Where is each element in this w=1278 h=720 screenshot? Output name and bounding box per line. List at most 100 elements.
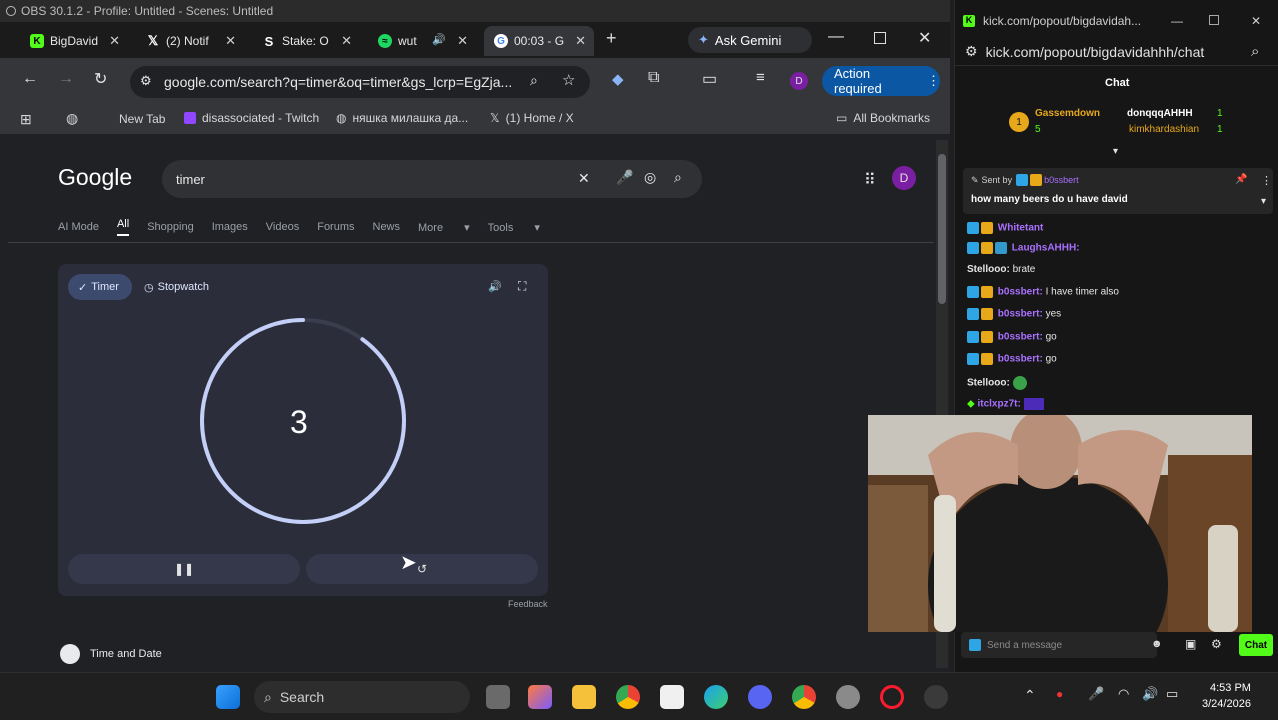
volume-icon[interactable]: 🔊 — [1142, 686, 1158, 702]
search-input[interactable]: timer — [176, 172, 205, 187]
chat-message[interactable]: b0ssbert: go — [967, 331, 1057, 343]
site-info-icon[interactable]: ⚙ — [140, 73, 152, 89]
chrome-icon[interactable] — [616, 685, 640, 709]
gear-icon[interactable]: ⚙ — [1211, 637, 1222, 651]
chat-user[interactable]: LaughsAHHH: — [1012, 243, 1080, 254]
chevron-down-icon[interactable]: ▾ — [1261, 196, 1266, 207]
obs-icon[interactable] — [924, 685, 948, 709]
reload-icon[interactable]: ↻ — [94, 69, 107, 89]
chat-user[interactable]: b0ssbert: — [998, 332, 1043, 343]
opera-icon[interactable] — [880, 685, 904, 709]
close-icon[interactable]: ✕ — [341, 33, 352, 49]
chat-input[interactable]: Send a message ☻ — [961, 632, 1163, 658]
tab-all[interactable]: All — [116, 218, 130, 236]
gift-icon[interactable]: ▣ — [1185, 637, 1196, 651]
kebab-menu-icon[interactable]: ⋮ — [1261, 174, 1272, 187]
address-bar[interactable]: ⚙ google.com/search?q=timer&oq=timer&gs_… — [130, 66, 590, 98]
store-icon[interactable] — [660, 685, 684, 709]
fullscreen-icon[interactable]: ⛶ — [518, 279, 526, 294]
battery-icon[interactable]: ▭ — [1166, 686, 1178, 702]
search-icon[interactable]: ⌕ — [674, 169, 682, 186]
globe-icon[interactable]: ◍ — [66, 110, 78, 127]
chat-message[interactable]: b0ssbert: yes — [967, 308, 1061, 320]
close-icon[interactable]: ✕ — [1251, 14, 1261, 28]
tab-videos[interactable]: Videos — [266, 221, 299, 233]
chat-user[interactable]: b0ssbert: — [998, 354, 1043, 365]
tab-images[interactable]: Images — [212, 221, 248, 233]
chat-message[interactable]: Whitetant — [967, 222, 1043, 234]
chat-user[interactable]: Stellooo: — [967, 264, 1010, 275]
window-close-icon[interactable]: ✕ — [918, 28, 931, 48]
chat-send-button[interactable]: Chat — [1239, 634, 1273, 656]
site-info-icon[interactable]: ⚙ — [965, 43, 978, 60]
reset-button[interactable]: ↺ — [306, 554, 538, 584]
google-avatar[interactable]: D — [892, 166, 916, 190]
bookmark-nyashka[interactable]: ◍ няшка милашка да... — [336, 111, 468, 125]
forward-icon[interactable]: → — [58, 70, 74, 88]
tray-app-icon[interactable]: ● — [1056, 687, 1063, 701]
tab-spotify[interactable]: ≈ wut 🔊 ✕ — [368, 26, 476, 56]
minimize-icon[interactable]: — — [1171, 14, 1183, 28]
google-logo[interactable]: Google — [58, 164, 132, 191]
search-box[interactable]: timer ✕ 🎤 ◎ ⌕ — [162, 160, 702, 198]
stopwatch-tab[interactable]: ◷ Stopwatch — [144, 274, 209, 300]
bookmark-x-home[interactable]: 𝕏 (1) Home / X — [490, 111, 574, 125]
puzzle-icon[interactable]: ◆ — [612, 70, 624, 88]
chat-message[interactable]: b0ssbert: I have timer also — [967, 286, 1119, 298]
close-icon[interactable]: ✕ — [457, 33, 468, 49]
chat-user[interactable]: Whitetant — [998, 223, 1044, 234]
back-icon[interactable]: ← — [22, 70, 38, 88]
close-icon[interactable]: ✕ — [575, 33, 586, 49]
settings-icon[interactable] — [836, 685, 860, 709]
tab-google-timer[interactable]: G 00:03 - G ✕ — [484, 26, 594, 56]
copilot-icon[interactable] — [528, 685, 552, 709]
chat-user[interactable]: itclxpz7t: — [977, 399, 1020, 410]
tab-more[interactable]: More ▾ — [418, 221, 470, 234]
all-bookmarks[interactable]: ▭ All Bookmarks — [836, 111, 930, 125]
emoji-icon[interactable]: ☻ — [1151, 638, 1163, 650]
taskbar-search[interactable]: ⌕ Search — [254, 681, 470, 713]
discord-icon[interactable] — [748, 685, 772, 709]
chat-user[interactable]: b0ssbert: — [998, 287, 1043, 298]
volume-icon[interactable]: 🔊 — [488, 280, 502, 293]
tab-ai-mode[interactable]: AI Mode — [58, 221, 99, 233]
pinned-message[interactable]: ✎ Sent by b0ssbert how many beers do u h… — [963, 168, 1273, 214]
pin-icon[interactable]: 📌 — [1235, 174, 1247, 185]
tab-tools[interactable]: Tools ▾ — [488, 221, 540, 234]
tab-stake[interactable]: S Stake: O ✕ — [252, 26, 360, 56]
windows-start-icon[interactable] — [216, 685, 240, 709]
wifi-icon[interactable]: ◠ — [1118, 686, 1129, 702]
zoom-icon[interactable]: ⌕ — [530, 72, 538, 89]
tray-chevron-icon[interactable]: ⌃ — [1024, 687, 1036, 704]
media-icon[interactable]: ≡ — [756, 69, 765, 86]
chat-user[interactable]: b0ssbert: — [998, 309, 1043, 320]
apps-grid-icon[interactable]: ⊞ — [20, 111, 32, 128]
chat-message[interactable]: Stellooo: — [967, 376, 1027, 390]
close-icon[interactable]: ✕ — [109, 33, 120, 49]
bookmark-new-tab[interactable]: New Tab — [119, 112, 165, 126]
edge-icon[interactable] — [704, 685, 728, 709]
extensions-icon[interactable]: ⧉ — [648, 69, 659, 87]
maximize-icon[interactable] — [874, 32, 886, 44]
feedback-link[interactable]: Feedback — [508, 599, 548, 609]
ask-gemini-button[interactable]: ✦ Ask Gemini — [688, 27, 812, 53]
action-required-button[interactable]: Action required ⋮ — [822, 66, 940, 96]
cast-icon[interactable]: ▭ — [702, 69, 717, 89]
new-tab-button[interactable]: + — [606, 28, 617, 49]
clear-icon[interactable]: ✕ — [578, 170, 590, 187]
bookmark-star-icon[interactable]: ☆ — [562, 71, 575, 89]
bookmark-twitch[interactable]: disassociated - Twitch — [184, 111, 319, 125]
clock-date[interactable]: 3/24/2026 — [1202, 698, 1251, 710]
chrome-active-icon[interactable] — [792, 685, 816, 709]
chat-user[interactable]: Stellooo: — [967, 378, 1010, 389]
close-icon[interactable]: ✕ — [225, 33, 236, 49]
microphone-icon[interactable]: 🎤 — [1088, 686, 1104, 702]
google-apps-icon[interactable]: ⠿ — [864, 170, 876, 190]
tab-shopping[interactable]: Shopping — [147, 221, 194, 233]
search-icon[interactable]: ⌕ — [1251, 43, 1259, 60]
tab-kick[interactable]: K BigDavid ✕ — [20, 26, 128, 56]
chevron-down-icon[interactable]: ▾ — [1113, 146, 1118, 157]
task-view-icon[interactable] — [486, 685, 510, 709]
chat-message[interactable]: LaughsAHHH: — [967, 242, 1080, 254]
tab-x[interactable]: 𝕏 (2) Notif ✕ — [136, 26, 244, 56]
